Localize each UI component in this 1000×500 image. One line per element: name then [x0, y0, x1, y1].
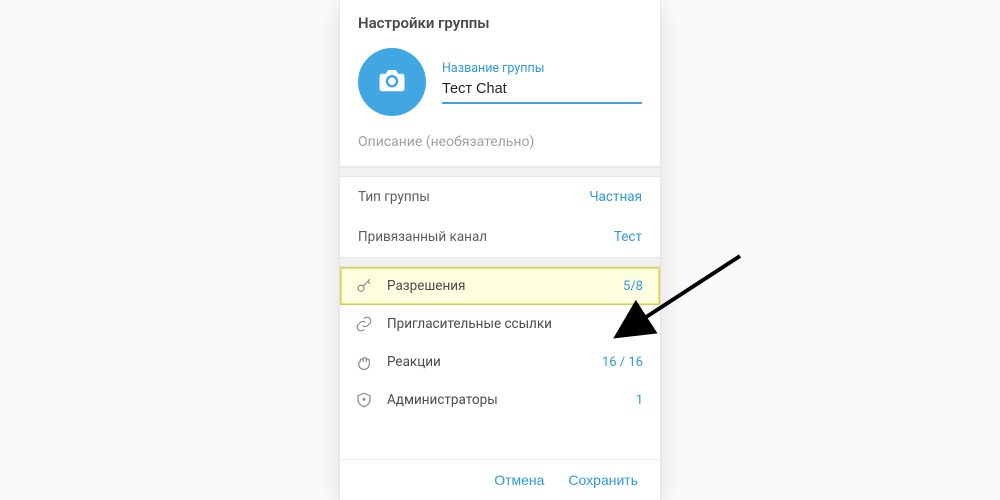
group-name-label: Название группы — [442, 61, 642, 76]
permissions-label: Разрешения — [387, 278, 623, 294]
linked-channel-label: Привязанный канал — [358, 229, 487, 245]
panel-title: Настройки группы — [340, 0, 660, 38]
description-input[interactable]: Описание (необязательно) — [340, 134, 660, 167]
key-icon — [353, 277, 375, 295]
cancel-button[interactable]: Отмена — [494, 472, 544, 488]
group-type-value: Частная — [589, 189, 642, 205]
panel-scroll[interactable]: Настройки группы Название группы Описани… — [340, 0, 660, 459]
footer-actions: Отмена Сохранить — [340, 459, 660, 500]
row-linked-channel[interactable]: Привязанный канал Тест — [340, 217, 660, 257]
identity-section: Название группы — [340, 38, 660, 134]
row-permissions[interactable]: Разрешения 5/8 — [340, 267, 660, 305]
permissions-value: 5/8 — [623, 279, 643, 294]
save-button[interactable]: Сохранить — [568, 472, 638, 488]
row-group-type[interactable]: Тип группы Частная — [340, 177, 660, 217]
wave-icon — [353, 353, 375, 371]
camera-icon — [377, 67, 407, 97]
link-icon — [353, 315, 375, 333]
reactions-label: Реакции — [387, 354, 602, 370]
row-reactions[interactable]: Реакции 16 / 16 — [340, 343, 660, 381]
administrators-label: Администраторы — [387, 392, 636, 408]
invite-links-value: 1 — [636, 317, 643, 332]
invite-links-label: Пригласительные ссылки — [387, 316, 636, 332]
group-name-input[interactable] — [442, 78, 642, 104]
administrators-value: 1 — [636, 393, 643, 408]
shield-icon — [353, 391, 375, 409]
row-invite-links[interactable]: Пригласительные ссылки 1 — [340, 305, 660, 343]
group-name-block: Название группы — [442, 61, 642, 104]
section-divider — [340, 167, 660, 177]
linked-channel-value: Тест — [614, 229, 642, 245]
avatar-button[interactable] — [358, 48, 426, 116]
group-settings-panel: Настройки группы Название группы Описани… — [340, 0, 660, 500]
reactions-value: 16 / 16 — [602, 355, 643, 370]
row-administrators[interactable]: Администраторы 1 — [340, 381, 660, 419]
group-type-label: Тип группы — [358, 189, 430, 205]
section-divider — [340, 257, 660, 267]
